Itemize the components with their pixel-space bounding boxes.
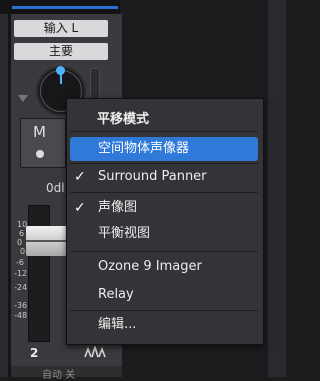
right-panel-edge: [268, 0, 286, 377]
scale-tick: -36: [14, 301, 28, 310]
volume-readout: 0dl: [46, 181, 65, 195]
menu-item-label: Relay: [98, 287, 134, 302]
scale-tick: -48: [14, 311, 28, 320]
menu-item-balance-view[interactable]: 平衡视图: [68, 222, 260, 246]
menu-item-label: Ozone 9 Imager: [98, 259, 202, 274]
menu-item-label: 平衡视图: [98, 226, 151, 241]
channel-number: 2: [30, 346, 39, 360]
checkmark-icon: ✓: [74, 200, 86, 216]
menu-item-edit[interactable]: 编辑...: [68, 313, 260, 337]
pan-knob-dot: [56, 66, 65, 75]
menu-separator: [70, 192, 258, 193]
scale-tick: 10: [17, 220, 28, 229]
menu-item-label: 编辑...: [98, 317, 137, 332]
menu-item-ozone-imager[interactable]: Ozone 9 Imager: [68, 255, 260, 279]
scale-tick: -12: [14, 269, 28, 278]
menu-item-relay[interactable]: Relay: [68, 283, 260, 307]
menu-separator: [70, 131, 258, 132]
menu-item-label: 声像图: [98, 200, 138, 215]
menu-item-label: Surround Panner: [98, 169, 207, 184]
menu-item-pan-view[interactable]: ✓ 声像图: [68, 196, 260, 220]
scale-tick: 0: [20, 247, 26, 256]
record-arm-dot-icon[interactable]: [36, 150, 44, 158]
scale-tick: 0: [17, 238, 23, 247]
scale-tick: -6: [16, 258, 24, 267]
left-panel-edge: [0, 0, 8, 377]
menu-item-spatial-object-panner[interactable]: 空间物体声像器: [70, 137, 258, 161]
scale-tick: -24: [14, 283, 28, 292]
scale-tick: 6: [19, 229, 25, 238]
menu-item-label: 空间物体声像器: [98, 141, 190, 156]
selected-channel-indicator: [12, 6, 118, 9]
menu-item-surround-panner[interactable]: ✓ Surround Panner: [68, 165, 260, 189]
menu-separator: [70, 251, 258, 252]
menu-separator: [70, 310, 258, 311]
output-select-button[interactable]: 主要: [14, 43, 108, 60]
instrument-waveform-icon[interactable]: [84, 346, 106, 358]
menu-separator: [70, 163, 258, 164]
expand-triangle-icon[interactable]: [18, 95, 28, 102]
fader-handle-line: [26, 240, 68, 242]
checkmark-icon: ✓: [74, 169, 86, 185]
automation-label: 自动 关: [42, 370, 76, 381]
menu-title: 平移模式: [97, 112, 150, 127]
mute-label: M: [33, 123, 46, 141]
input-select-button[interactable]: 输入 L: [14, 20, 108, 37]
